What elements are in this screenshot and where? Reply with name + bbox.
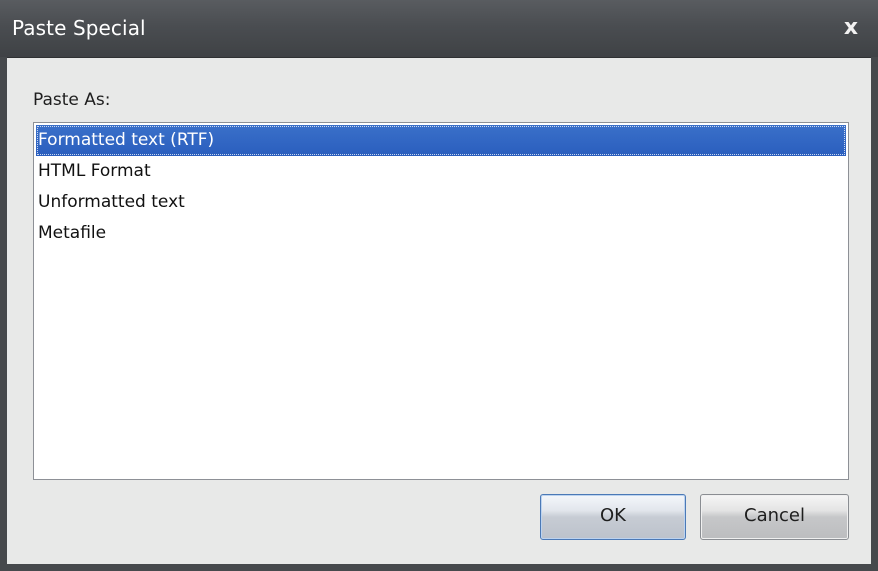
cancel-button[interactable]: Cancel — [700, 494, 849, 540]
dialog-title: Paste Special — [12, 16, 146, 40]
paste-format-list[interactable]: Formatted text (RTF) HTML Format Unforma… — [33, 122, 849, 480]
paste-as-label: Paste As: — [33, 90, 111, 110]
list-item-metafile[interactable]: Metafile — [36, 218, 846, 249]
ok-button[interactable]: OK — [540, 494, 686, 540]
list-item-html-format[interactable]: HTML Format — [36, 156, 846, 187]
dialog-body: Paste As: Formatted text (RTF) HTML Form… — [7, 57, 871, 564]
list-item-formatted-text-rtf[interactable]: Formatted text (RTF) — [36, 125, 846, 156]
list-item-unformatted-text[interactable]: Unformatted text — [36, 187, 846, 218]
paste-special-dialog: Paste Special x Paste As: Formatted text… — [0, 0, 878, 571]
title-bar[interactable]: Paste Special x — [0, 0, 878, 57]
close-icon[interactable]: x — [838, 14, 864, 42]
